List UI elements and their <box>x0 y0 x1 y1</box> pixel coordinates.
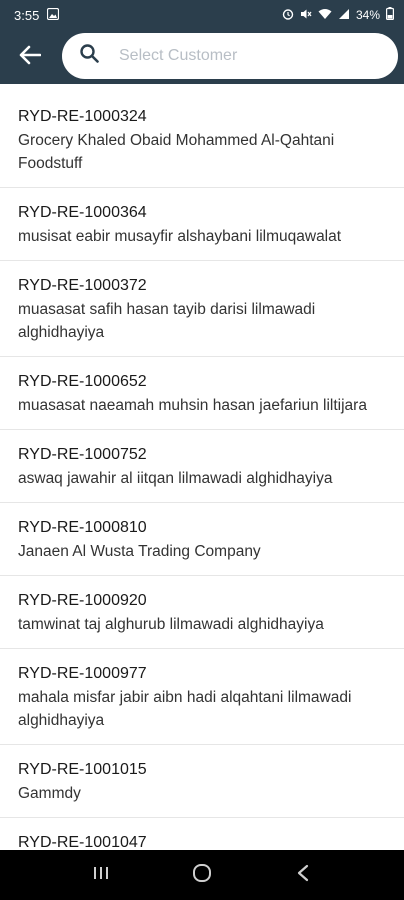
customer-name: Grocery Khaled Obaid Mohammed Al-Qahtani… <box>18 132 335 172</box>
recent-apps-icon <box>92 865 110 886</box>
wifi-icon <box>318 8 332 23</box>
customer-code: RYD-RE-1000752 <box>18 446 147 463</box>
customer-list-item[interactable]: RYD-RE-1000810 Janaen Al Wusta Trading Co… <box>0 503 404 576</box>
alarm-icon <box>282 8 294 23</box>
customer-name: mahala misfar jabir aibn hadi alqahtani … <box>18 689 352 729</box>
customer-code: RYD-RE-1000977 <box>18 665 147 682</box>
customer-name: tamwinat taj alghurub lilmawadi alghidha… <box>18 616 324 633</box>
search-input[interactable] <box>117 46 361 66</box>
status-bar: 3:55 34% <box>0 0 404 30</box>
customer-name: aswaq jawahir al iitqan lilmawadi alghid… <box>18 470 333 487</box>
image-icon <box>47 7 60 23</box>
search-icon <box>80 44 99 68</box>
customer-name: musisat eabir musayfir alshaybani lilmuq… <box>18 228 342 245</box>
search-box[interactable] <box>62 33 398 79</box>
customer-name: Janaen Al Wusta Trading Company <box>18 543 261 560</box>
system-back-button[interactable] <box>283 855 323 895</box>
navigation-bar <box>0 850 404 900</box>
customer-list-item[interactable]: RYD-RE-1000920 tamwinat taj alghurub lilm… <box>0 576 404 649</box>
header-bar <box>0 30 404 84</box>
customer-code: RYD-RE-1000810 <box>18 519 147 536</box>
arrow-left-icon <box>19 45 42 70</box>
customer-list-item[interactable]: RYD-RE-1000364 musisat eabir musayfir als… <box>0 188 404 261</box>
customer-list-item[interactable]: RYD-RE-1000652 muasasat naeamah muhsin ha… <box>0 357 404 430</box>
home-button[interactable] <box>182 855 222 895</box>
customer-code: RYD-RE-1001047 <box>18 834 147 850</box>
home-icon <box>192 863 212 888</box>
customer-list-item[interactable]: RYD-RE-1000372 muasasat safih hasan tayib… <box>0 261 404 357</box>
customer-code: RYD-RE-1000324 <box>18 108 147 125</box>
customer-code: RYD-RE-1000652 <box>18 373 147 390</box>
customer-code: RYD-RE-1000920 <box>18 592 147 609</box>
back-button[interactable] <box>0 30 60 84</box>
customer-list-item[interactable]: RYD-RE-1000324 Grocery Khaled Obaid Moham… <box>0 92 404 188</box>
mute-icon <box>300 8 312 23</box>
customer-list-item[interactable]: RYD-RE-1000752 aswaq jawahir al iitqan li… <box>0 430 404 503</box>
customer-name: muasasat safih hasan tayib darisi lilmaw… <box>18 301 316 341</box>
customer-code: RYD-RE-1001015 <box>18 761 147 778</box>
back-icon <box>296 864 310 887</box>
status-bar-right: 34% <box>282 7 395 23</box>
customer-name: muasasat naeamah muhsin hasan jaefariun … <box>18 397 367 414</box>
battery-percent: 34% <box>355 8 380 22</box>
customer-list-item[interactable]: RYD-RE-1000977 mahala misfar jabir aibn h… <box>0 649 404 745</box>
customer-code: RYD-RE-1000372 <box>18 277 147 294</box>
recent-apps-button[interactable] <box>81 855 121 895</box>
status-time: 3:55 <box>14 7 40 23</box>
customer-list-item[interactable]: RYD-RE-1001015 Gammdy <box>0 745 404 818</box>
status-bar-left: 3:55 <box>14 7 60 23</box>
customer-list-item[interactable]: RYD-RE-1001047 <box>0 818 404 850</box>
customer-code: RYD-RE-1000364 <box>18 204 147 221</box>
signal-icon <box>338 8 350 23</box>
battery-icon <box>386 7 395 23</box>
customer-list: RYD-RE-1000324 Grocery Khaled Obaid Moham… <box>0 92 404 850</box>
customer-name: Gammdy <box>18 785 81 802</box>
